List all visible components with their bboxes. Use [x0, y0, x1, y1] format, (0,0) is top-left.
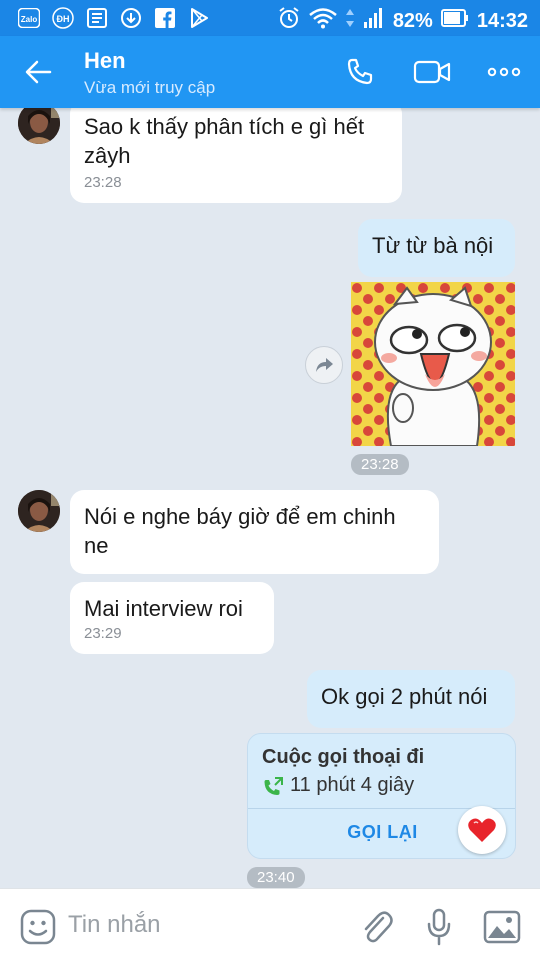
phone-icon [347, 58, 373, 85]
message-bubble-incoming[interactable]: Nói e nghe báy giờ để em chinh ne [70, 490, 439, 574]
video-call-button[interactable] [412, 54, 452, 90]
message-list[interactable]: Sao k thấy phân tích e gì hết zâyh 23:28 … [0, 108, 540, 888]
message-time: 23:28 [84, 174, 122, 191]
share-arrow-icon [316, 358, 333, 372]
message-input[interactable] [68, 907, 338, 943]
microphone-icon [427, 908, 451, 946]
more-dots-icon [487, 67, 521, 77]
news-icon [86, 7, 108, 29]
avatar[interactable] [18, 490, 60, 532]
contact-name[interactable]: Hen [84, 48, 126, 74]
battery-percent: 82% [392, 9, 433, 32]
image-icon [483, 910, 521, 944]
zalo-icon-label: Zalo [21, 15, 38, 24]
photo-button[interactable] [482, 907, 522, 947]
message-text: Sao k thấy phân tích e gì hết zâyh [84, 114, 365, 168]
back-arrow-icon [25, 60, 52, 84]
message-bubble-incoming[interactable]: Sao k thấy phân tích e gì hết zâyh 23:28 [70, 108, 402, 203]
message-time: 23:29 [84, 625, 122, 642]
attach-button[interactable] [356, 907, 396, 947]
outgoing-call-icon [262, 776, 284, 801]
alarm-icon [277, 6, 301, 36]
message-text: Ok gọi 2 phút nói [321, 684, 488, 709]
emoji-icon [20, 909, 56, 945]
heart-icon [468, 818, 496, 842]
dh-icon-label: ĐH [57, 14, 70, 24]
battery-icon [440, 7, 469, 35]
signal-icon [363, 7, 385, 35]
chat-header: Hen Vừa mới truy cập [0, 36, 540, 108]
message-bubble-outgoing[interactable]: Từ từ bà nội [358, 219, 515, 277]
dh-icon: ĐH [52, 7, 74, 29]
wifi-icon [309, 7, 337, 35]
back-button[interactable] [18, 54, 58, 90]
notification-icons: Zalo ĐH [18, 7, 210, 29]
composer-bar [0, 888, 540, 960]
message-text: Nói e nghe báy giờ để em chinh ne [84, 504, 396, 558]
call-duration: 11 phút 4 giây [290, 774, 415, 796]
call-title: Cuộc gọi thoại đi [262, 746, 425, 768]
zalo-icon: Zalo [18, 7, 40, 29]
voice-message-button[interactable] [419, 907, 459, 947]
call-time: 23:40 [247, 867, 305, 888]
sticker-button[interactable] [18, 907, 58, 947]
play-store-icon [188, 7, 210, 29]
message-bubble-outgoing[interactable]: Ok gọi 2 phút nói [307, 670, 515, 728]
message-bubble-incoming[interactable]: Mai interview roi 23:29 [70, 582, 274, 654]
message-text: Mai interview roi [84, 596, 243, 621]
status-bar: Zalo ĐH 82% 14:32 [0, 0, 540, 36]
facebook-icon [154, 7, 176, 29]
sticker-image[interactable] [351, 282, 515, 446]
react-button[interactable] [458, 806, 506, 854]
avatar[interactable] [18, 108, 60, 144]
download-icon [120, 7, 142, 29]
more-options-button[interactable] [484, 54, 524, 90]
share-button[interactable] [305, 346, 343, 384]
voice-call-button[interactable] [340, 54, 380, 90]
paperclip-icon [364, 911, 393, 943]
sticker-time: 23:28 [351, 454, 409, 475]
system-status: 82% 14:32 [277, 6, 528, 36]
video-camera-icon [413, 60, 451, 84]
contact-status: Vừa mới truy cập [84, 78, 216, 97]
data-arrows-icon [345, 7, 355, 35]
clock: 14:32 [476, 9, 528, 32]
message-text: Từ từ bà nội [372, 233, 494, 258]
